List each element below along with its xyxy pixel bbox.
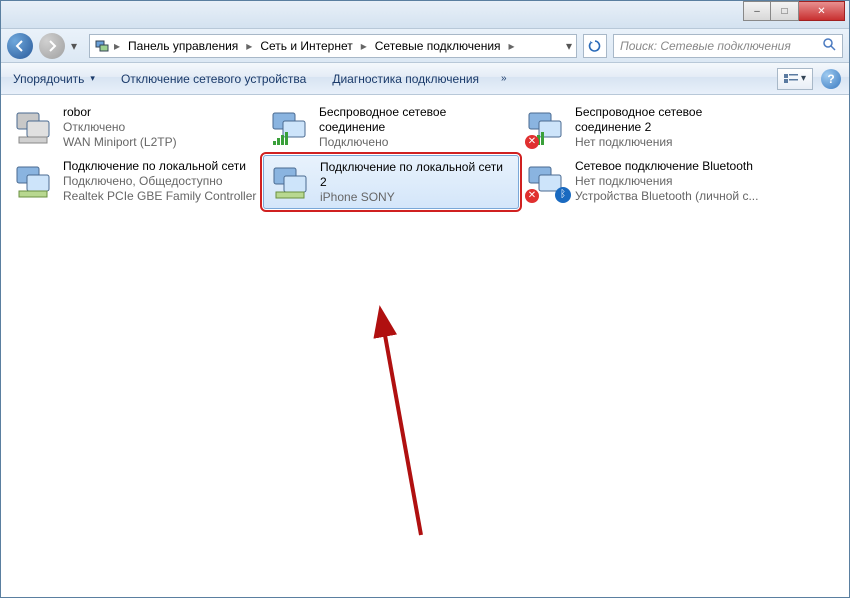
minimize-button[interactable]: – xyxy=(743,1,771,21)
search-input[interactable]: Поиск: Сетевые подключения xyxy=(613,34,843,58)
maximize-button[interactable]: □ xyxy=(771,1,799,21)
connection-detail: Realtek PCIe GBE Family Controller xyxy=(63,189,257,204)
breadcrumb-seg-1[interactable]: Сеть и Интернет xyxy=(256,37,356,55)
connection-detail: Устройства Bluetooth (личной с... xyxy=(575,189,769,204)
lan-on-icon xyxy=(13,159,57,203)
chevron-right-icon: ▸ xyxy=(359,39,369,53)
connection-text: Беспроводное сетевое соединениеПодключен… xyxy=(319,105,513,151)
disconnected-overlay-icon: ✕ xyxy=(525,189,539,203)
lan-on-icon xyxy=(270,160,314,204)
connection-text: Подключение по локальной сети 2iPhone SO… xyxy=(320,160,512,204)
connection-item[interactable]: ✕ᛒСетевое подключение BluetoothНет подкл… xyxy=(519,155,775,209)
network-icon xyxy=(94,38,110,54)
search-placeholder: Поиск: Сетевые подключения xyxy=(620,39,791,53)
connection-text: Подключение по локальной сетиПодключено,… xyxy=(63,159,257,205)
toolbar-overflow[interactable]: » xyxy=(501,73,507,84)
history-dropdown[interactable]: ▾ xyxy=(71,33,83,59)
close-button[interactable]: ✕ xyxy=(799,1,845,21)
lan-disabled-icon xyxy=(13,105,57,149)
disconnected-overlay-icon: ✕ xyxy=(525,135,539,149)
connection-name: Сетевое подключение Bluetooth xyxy=(575,159,769,174)
bluetooth-overlay-icon: ᛒ xyxy=(555,187,571,203)
breadcrumb[interactable]: ▸ Панель управления ▸ Сеть и Интернет ▸ … xyxy=(89,34,577,58)
connection-status: Нет подключения xyxy=(575,174,769,189)
view-options-button[interactable]: ▾ xyxy=(777,68,813,90)
connection-detail: iPhone SONY xyxy=(320,190,512,204)
wifi-on-icon xyxy=(269,105,313,149)
connection-status: Подключено xyxy=(319,135,513,150)
connection-text: Беспроводное сетевое соединение 2Нет под… xyxy=(575,105,769,151)
annotation-arrow xyxy=(321,305,441,545)
connection-item[interactable]: ✕ Беспроводное сетевое соединение 2Нет по… xyxy=(519,101,775,155)
toolbar-right: ▾ ? xyxy=(777,68,841,90)
organize-menu[interactable]: Упорядочить xyxy=(9,69,99,89)
disable-device-button[interactable]: Отключение сетевого устройства xyxy=(117,69,310,89)
connection-text: Сетевое подключение BluetoothНет подключ… xyxy=(575,159,769,205)
connection-name: robor xyxy=(63,105,257,120)
connection-status: Отключено xyxy=(63,120,257,135)
breadcrumb-seg-0[interactable]: Панель управления xyxy=(124,37,242,55)
connection-name: Беспроводное сетевое соединение xyxy=(319,105,513,135)
search-icon[interactable] xyxy=(822,37,836,54)
chevron-right-icon: ▸ xyxy=(244,39,254,53)
connection-item[interactable]: Беспроводное сетевое соединениеПодключен… xyxy=(263,101,519,155)
wifi-off-icon: ✕ xyxy=(525,105,569,149)
connection-name: Беспроводное сетевое соединение 2 xyxy=(575,105,769,135)
address-bar: ▾ ▸ Панель управления ▸ Сеть и Интернет … xyxy=(1,29,849,63)
connection-item[interactable]: roborОтключеноWAN Miniport (L2TP) xyxy=(7,101,263,155)
connection-item[interactable]: Подключение по локальной сетиПодключено,… xyxy=(7,155,263,209)
connection-status: Подключено, Общедоступно xyxy=(63,174,257,189)
toolbar: Упорядочить Отключение сетевого устройст… xyxy=(1,63,849,95)
chevron-right-icon: ▸ xyxy=(112,39,122,53)
titlebar: – □ ✕ xyxy=(1,1,849,29)
explorer-window: – □ ✕ ▾ ▸ Панель управления ▸ Сеть и Инт… xyxy=(0,0,850,598)
connection-name: Подключение по локальной сети 2 xyxy=(320,160,512,190)
connection-status: Нет подключения xyxy=(575,135,769,150)
chevron-right-icon: ▸ xyxy=(507,39,517,53)
bluetooth-off-icon: ✕ᛒ xyxy=(525,159,569,203)
connection-detail: WAN Miniport (L2TP) xyxy=(63,135,257,150)
connection-item[interactable]: Подключение по локальной сети 2iPhone SO… xyxy=(263,155,519,209)
diagnose-connection-button[interactable]: Диагностика подключения xyxy=(328,69,483,89)
forward-button[interactable] xyxy=(39,33,65,59)
back-button[interactable] xyxy=(7,33,33,59)
window-controls: – □ ✕ xyxy=(743,1,845,21)
breadcrumb-seg-2[interactable]: Сетевые подключения xyxy=(371,37,505,55)
chevron-down-icon[interactable]: ▾ xyxy=(566,39,572,53)
connection-name: Подключение по локальной сети xyxy=(63,159,257,174)
connections-pane: roborОтключеноWAN Miniport (L2TP) Беспров… xyxy=(1,95,849,597)
refresh-button[interactable] xyxy=(583,34,607,58)
help-button[interactable]: ? xyxy=(821,69,841,89)
connection-text: roborОтключеноWAN Miniport (L2TP) xyxy=(63,105,257,151)
